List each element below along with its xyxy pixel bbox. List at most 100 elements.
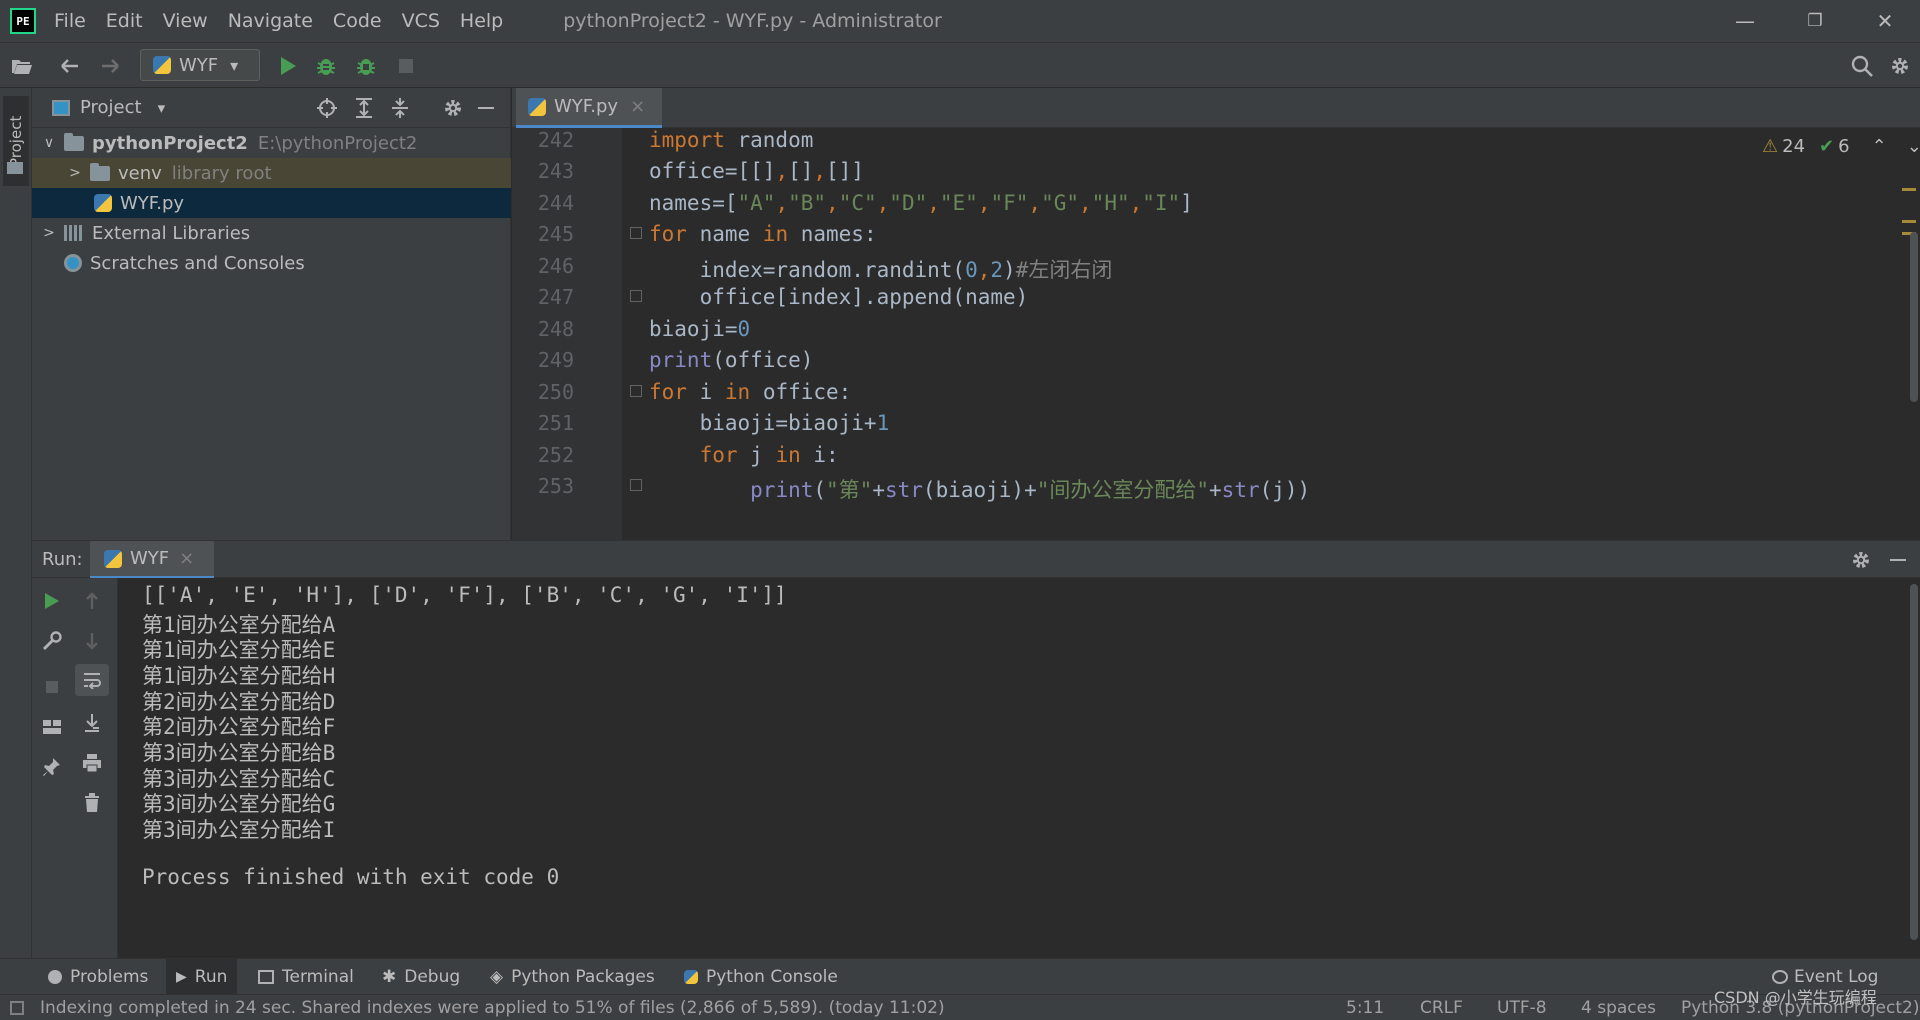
code-line: print(office) xyxy=(649,348,814,372)
run-with-coverage-icon[interactable] xyxy=(352,52,380,80)
previous-highlight-icon[interactable]: ⌃ xyxy=(1872,136,1887,157)
problems-icon xyxy=(48,970,62,984)
chevron-right-icon[interactable]: > xyxy=(38,225,60,241)
terminal-icon xyxy=(258,970,274,984)
forward-arrow-icon[interactable] xyxy=(96,52,124,80)
toggle-tool-windows-icon[interactable] xyxy=(10,995,24,1020)
tree-item-project-root[interactable]: ∨ pythonProject2 E:\pythonProject2 xyxy=(32,128,511,158)
close-window-button[interactable]: ✕ xyxy=(1850,0,1920,42)
tab-problems[interactable]: Problems xyxy=(38,959,158,995)
chevron-right-icon[interactable]: > xyxy=(64,165,86,181)
fold-marker-icon[interactable] xyxy=(630,227,642,239)
menu-code[interactable]: Code xyxy=(333,10,382,32)
close-tab-icon[interactable]: × xyxy=(179,548,194,569)
tree-item-wyf-py[interactable]: WYF.py xyxy=(32,188,511,218)
menu-file[interactable]: File xyxy=(54,10,86,32)
tree-item-venv[interactable]: > venv library root xyxy=(32,158,511,188)
rerun-icon[interactable] xyxy=(32,586,72,616)
trash-icon[interactable] xyxy=(72,788,112,818)
project-panel: Project ▾ ∨ pythonProject2 E:\pythonProj… xyxy=(32,88,511,540)
scroll-to-end-icon[interactable] xyxy=(72,708,112,738)
open-folder-icon[interactable] xyxy=(8,52,36,80)
run-tab-wyf[interactable]: WYF × xyxy=(90,541,214,579)
locate-crosshair-icon[interactable] xyxy=(316,97,338,124)
line-number: 251 xyxy=(537,411,574,435)
menu-edit[interactable]: Edit xyxy=(106,10,143,32)
console-scrollbar[interactable] xyxy=(1910,584,1918,940)
menu-help[interactable]: Help xyxy=(460,10,503,32)
tab-label: Run xyxy=(194,967,228,987)
editor-scrollbar[interactable] xyxy=(1910,232,1918,402)
run-configuration-select[interactable]: WYF ▾ xyxy=(140,49,260,81)
project-panel-header: Project ▾ xyxy=(32,88,510,128)
menu-vcs[interactable]: VCS xyxy=(402,10,440,32)
run-panel-label: Run: xyxy=(42,548,83,570)
up-arrow-icon[interactable] xyxy=(72,586,112,616)
tab-label: Python Console xyxy=(706,967,838,987)
project-view-icon xyxy=(52,99,70,116)
soft-wrap-icon[interactable] xyxy=(75,664,109,696)
line-number: 248 xyxy=(537,317,574,341)
left-tool-strip: Project xyxy=(0,88,32,958)
tab-python-console[interactable]: Python Console xyxy=(674,959,848,995)
line-number: 244 xyxy=(537,191,574,215)
run-icon: ▶ xyxy=(176,969,187,985)
panel-settings-gear-icon[interactable] xyxy=(442,97,464,124)
line-number: 243 xyxy=(537,159,574,183)
code-line: for i in office: xyxy=(649,380,852,404)
back-arrow-icon[interactable] xyxy=(56,52,84,80)
tab-terminal[interactable]: Terminal xyxy=(248,959,364,995)
chevron-down-icon[interactable]: ▾ xyxy=(158,99,166,117)
debug-bug-icon: ✱ xyxy=(382,967,397,987)
tree-item-label: WYF.py xyxy=(120,192,185,214)
search-icon[interactable] xyxy=(1848,52,1876,80)
stop-icon[interactable] xyxy=(32,672,72,702)
chevron-down-icon[interactable]: ∨ xyxy=(38,135,60,151)
inspection-widget[interactable]: ⚠ 24 ✔ 6 ⌃ ⌄ xyxy=(1762,136,1920,157)
settings-gear-icon[interactable] xyxy=(1886,52,1914,80)
tree-item-scratches[interactable]: Scratches and Consoles xyxy=(32,248,511,278)
layout-icon[interactable] xyxy=(32,712,72,742)
file-encoding[interactable]: UTF-8 xyxy=(1497,995,1547,1020)
print-icon[interactable] xyxy=(72,748,112,778)
tab-label: Python Packages xyxy=(511,967,655,987)
title-bar: PE File Edit View Navigate Code VCS Help… xyxy=(0,0,1920,42)
tab-run[interactable]: ▶ Run xyxy=(166,959,238,995)
wrench-icon[interactable] xyxy=(32,626,72,656)
check-icon: ✔ xyxy=(1819,136,1835,157)
indent-setting[interactable]: 4 spaces xyxy=(1581,995,1656,1020)
editor-tab-label: WYF.py xyxy=(554,96,619,117)
down-arrow-icon[interactable] xyxy=(72,626,112,656)
cursor-position[interactable]: 5:11 xyxy=(1346,995,1384,1020)
fold-marker-icon[interactable] xyxy=(630,290,642,302)
editor-tab-wyf-py[interactable]: WYF.py × xyxy=(516,88,662,128)
run-console-output[interactable]: [['A', 'E', 'H'], ['D', 'F'], ['B', 'C',… xyxy=(118,578,1920,958)
fold-marker-icon[interactable] xyxy=(630,385,642,397)
minimize-button[interactable]: — xyxy=(1710,0,1780,42)
run-settings-gear-icon[interactable] xyxy=(1850,549,1872,576)
fold-marker-icon[interactable] xyxy=(630,479,642,491)
next-highlight-icon[interactable]: ⌄ xyxy=(1907,136,1920,157)
library-icon xyxy=(64,225,84,241)
menu-view[interactable]: View xyxy=(163,10,208,32)
menu-navigate[interactable]: Navigate xyxy=(228,10,313,32)
run-icon[interactable] xyxy=(274,52,302,80)
tab-python-packages[interactable]: ◈ Python Packages xyxy=(480,959,665,995)
tree-item-external-libraries[interactable]: > External Libraries xyxy=(32,218,511,248)
tab-debug[interactable]: ✱ Debug xyxy=(372,959,470,995)
close-tab-icon[interactable]: × xyxy=(630,96,645,117)
expand-all-icon[interactable] xyxy=(354,97,374,124)
hide-panel-icon[interactable] xyxy=(1890,559,1906,561)
stop-icon[interactable] xyxy=(392,52,420,80)
project-panel-title[interactable]: Project xyxy=(80,97,142,118)
line-separator[interactable]: CRLF xyxy=(1420,995,1463,1020)
collapse-all-icon[interactable] xyxy=(390,97,410,124)
run-toolbar-secondary xyxy=(72,578,118,958)
project-tab-label: Project xyxy=(7,115,25,167)
restore-button[interactable]: ❐ xyxy=(1780,0,1850,42)
code-line: import random xyxy=(649,128,814,152)
code-editor[interactable]: 242 243 244 245 246 247 248 249 250 251 … xyxy=(512,128,1920,540)
debug-bug-icon[interactable] xyxy=(312,52,340,80)
hide-panel-icon[interactable] xyxy=(478,107,494,109)
pin-icon[interactable] xyxy=(32,752,72,782)
